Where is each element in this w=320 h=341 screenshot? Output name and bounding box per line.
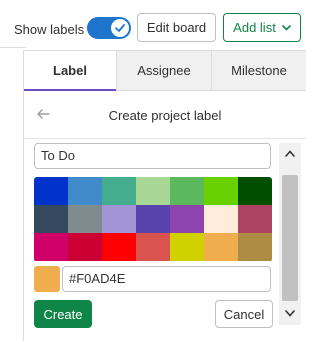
create-button[interactable]: Create: [34, 300, 92, 328]
add-list-label: Add list: [233, 20, 276, 35]
tab-label-text: Label: [53, 62, 87, 78]
color-swatch[interactable]: [238, 233, 272, 261]
show-labels-toggle[interactable]: [87, 17, 131, 39]
chevron-up-icon[interactable]: [279, 143, 301, 163]
color-swatch[interactable]: [102, 177, 136, 205]
edit-board-button[interactable]: Edit board: [137, 13, 216, 42]
tab-assignee[interactable]: Assignee: [116, 51, 211, 91]
color-swatch[interactable]: [34, 233, 68, 261]
label-name-input[interactable]: To Do: [34, 143, 271, 169]
color-swatch[interactable]: [204, 177, 238, 205]
cancel-button[interactable]: Cancel: [215, 300, 273, 328]
chevron-down-icon[interactable]: [279, 303, 301, 323]
add-list-dropdown: Label Assignee Milestone Create project …: [23, 50, 306, 341]
divider: [0, 47, 26, 48]
color-swatch[interactable]: [204, 205, 238, 233]
dropdown-tabs: Label Assignee Milestone: [24, 51, 306, 91]
color-palette: [34, 177, 272, 262]
color-swatch[interactable]: [68, 177, 102, 205]
color-swatch[interactable]: [136, 205, 170, 233]
dropdown-header: Create project label: [24, 91, 306, 139]
color-swatch[interactable]: [68, 233, 102, 261]
cancel-button-label: Cancel: [223, 306, 265, 322]
board-toolbar: Show labels Edit board Add list: [0, 0, 305, 48]
color-hex-input[interactable]: #F0AD4E: [62, 266, 271, 292]
scrollbar[interactable]: [279, 143, 301, 325]
color-swatch[interactable]: [34, 205, 68, 233]
color-swatch[interactable]: [136, 177, 170, 205]
color-swatch[interactable]: [68, 205, 102, 233]
color-swatch[interactable]: [238, 205, 272, 233]
color-swatch[interactable]: [170, 205, 204, 233]
color-swatch[interactable]: [204, 233, 238, 261]
scrollbar-thumb[interactable]: [282, 175, 298, 301]
tab-milestone-text: Milestone: [231, 63, 287, 78]
chevron-down-icon: [282, 24, 291, 31]
tab-label[interactable]: Label: [24, 51, 116, 91]
create-button-label: Create: [43, 306, 83, 322]
edit-board-label: Edit board: [146, 20, 207, 35]
dropdown-title: Create project label: [108, 108, 222, 123]
color-swatch[interactable]: [102, 233, 136, 261]
add-list-button[interactable]: Add list: [223, 13, 301, 42]
color-swatch[interactable]: [238, 177, 272, 205]
color-swatch[interactable]: [136, 233, 170, 261]
color-swatch[interactable]: [34, 177, 68, 205]
check-icon: [111, 19, 129, 37]
color-swatch[interactable]: [170, 177, 204, 205]
color-preview: [34, 266, 60, 292]
tab-milestone[interactable]: Milestone: [211, 51, 306, 91]
show-labels-text: Show labels: [14, 22, 85, 37]
color-swatch[interactable]: [170, 233, 204, 261]
color-swatch[interactable]: [102, 205, 136, 233]
tab-assignee-text: Assignee: [137, 63, 191, 78]
